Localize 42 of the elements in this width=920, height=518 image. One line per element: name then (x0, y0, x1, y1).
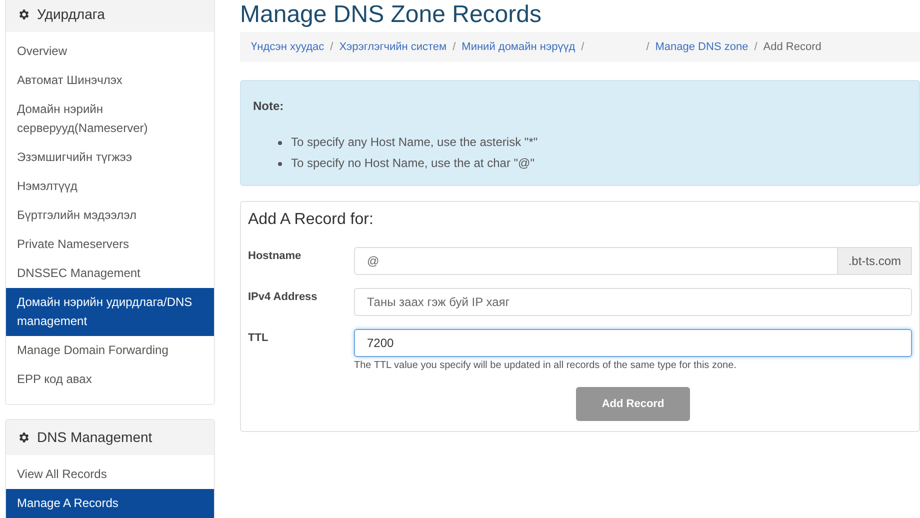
field-label: IPv4 Address (248, 290, 318, 305)
sidebar-item[interactable]: Нэмэлтүүд (6, 172, 214, 201)
sidebar-item[interactable]: Manage A Records (6, 489, 214, 518)
breadcrumb-link[interactable]: Үндсэн хуудас (251, 38, 324, 56)
form-title: Add A Record for: (248, 210, 374, 230)
breadcrumb-link[interactable]: Хэрэглэгчийн систем (339, 38, 447, 56)
sidebar-item[interactable]: Автомат Шинэчлэх (6, 66, 214, 95)
sidebar-item[interactable]: Эзэмшигчийн түгжээ (6, 143, 214, 172)
breadcrumb-separator: / (581, 40, 584, 55)
breadcrumb-separator: / (646, 40, 650, 55)
sidebar-item[interactable]: EPP код авах (6, 365, 214, 394)
sidebar-item[interactable]: DNSSEC Management (6, 259, 214, 288)
breadcrumb-separator: / (452, 40, 456, 55)
note-text: To specify any Host Name, use the asterisk "*" (291, 134, 538, 151)
sidebar-item[interactable]: Manage Domain Forwarding (6, 336, 214, 365)
bullet-icon (278, 162, 282, 166)
sidebar-item[interactable]: Бүртгэлийн мэдээлэл (6, 201, 214, 230)
panel-title: Удирдлага (37, 5, 105, 24)
breadcrumb-link[interactable]: Manage DNS zone (655, 38, 748, 56)
input-field[interactable]: Таны заах гэж буй IP хаяг (354, 288, 912, 316)
help-text: The TTL value you specify will be updated in all records of the same type for this zone. (354, 359, 738, 373)
gear-icon (17, 8, 30, 21)
breadcrumb-current: Add Record (763, 40, 822, 55)
sidebar-item[interactable]: Домайн нэрийн серверууд(Nameserver) (6, 95, 214, 143)
breadcrumb-separator: / (754, 40, 758, 55)
note-text: To specify no Host Name, use the at char "@" (291, 155, 534, 172)
breadcrumb-link[interactable]: Миний домайн нэрүүд (462, 38, 576, 56)
domain-addon: .bt-ts.com (838, 247, 912, 275)
breadcrumb-separator: / (330, 40, 334, 55)
field-label: TTL (248, 331, 270, 346)
page-title: Manage DNS Zone Records (240, 0, 542, 30)
panel-title: DNS Management (37, 428, 152, 447)
sidebar-item[interactable]: Overview (6, 37, 214, 66)
input-field[interactable]: @ (354, 247, 838, 275)
sidebar-item[interactable]: View All Records (6, 460, 214, 489)
field-label: Hostname (248, 249, 302, 264)
bullet-icon (278, 140, 282, 144)
sidebar-item[interactable]: Private Nameservers (6, 230, 214, 259)
note-title: Note: (253, 98, 285, 115)
input-field[interactable]: 7200 (354, 329, 912, 357)
gear-icon (17, 431, 30, 444)
sidebar-item[interactable]: Домайн нэрийн удирдлага/DNS management (6, 288, 214, 336)
